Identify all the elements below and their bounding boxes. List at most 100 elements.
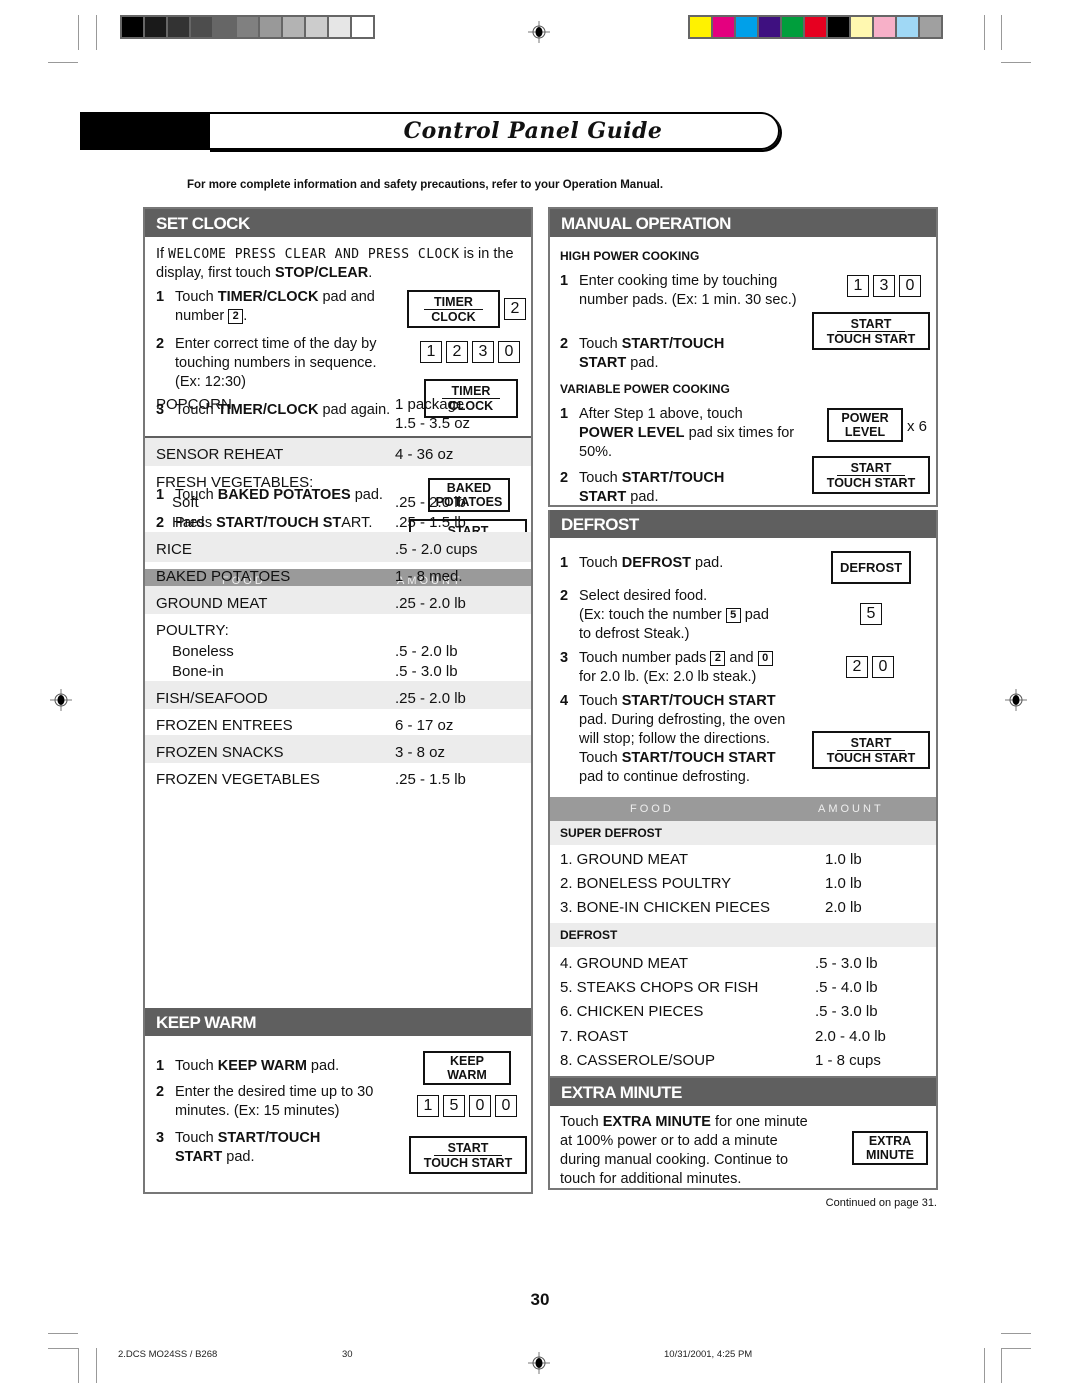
food-cell: 4. GROUND MEAT bbox=[560, 955, 689, 972]
color-swatch bbox=[283, 17, 304, 37]
food-cell: 2. BONELESS POULTRY bbox=[560, 875, 732, 892]
defrost-step-3: 3 Touch number pads 2 and 0 for 2.0 lb. (… bbox=[560, 649, 810, 687]
start-touch-start-pad[interactable]: STARTTOUCH START bbox=[409, 1136, 527, 1174]
food-cell: 7. ROAST bbox=[560, 1028, 629, 1045]
extra-minute-panel: EXTRA MINUTE Touch EXTRA MINUTE for one … bbox=[548, 1078, 938, 1190]
grayscale-color-bar bbox=[120, 15, 375, 39]
amount-cell: .25 - 2.0 lb bbox=[395, 690, 466, 707]
start-touch-start-pad[interactable]: STARTTOUCH START bbox=[812, 456, 930, 494]
manual-operation-panel: MANUAL OPERATION HIGH POWER COOKING 1 En… bbox=[548, 207, 938, 507]
super-defrost-title: SUPER DEFROST bbox=[550, 821, 936, 845]
number-pad-1[interactable]: 1 bbox=[417, 1095, 439, 1117]
food-cell: FROZEN VEGETABLES bbox=[156, 771, 320, 788]
number-pad-5[interactable]: 5 bbox=[860, 603, 882, 625]
registration-mark-icon bbox=[528, 21, 550, 43]
number-pad-0[interactable]: 0 bbox=[872, 656, 894, 678]
color-swatch bbox=[874, 17, 895, 37]
table-row: 1. GROUND MEAT 1.0 lb bbox=[550, 850, 936, 870]
footer-page: 30 bbox=[342, 1349, 353, 1360]
start-touch-start-pad[interactable]: STARTTOUCH START bbox=[812, 312, 930, 350]
table-row: POULTRY: bbox=[145, 621, 531, 641]
amount-cell: .5 - 3.0 lb bbox=[395, 663, 458, 680]
food-cell: Boneless bbox=[172, 643, 234, 660]
color-swatch bbox=[759, 17, 780, 37]
number-pad-3[interactable]: 3 bbox=[472, 341, 494, 363]
color-swatch bbox=[805, 17, 826, 37]
defrost-step-1: 1 Touch DEFROST pad. bbox=[560, 555, 724, 571]
keep-warm-pad[interactable]: KEEP WARM bbox=[423, 1051, 511, 1085]
table-row: Boneless .5 - 2.0 lb bbox=[145, 642, 531, 662]
registration-mark-icon bbox=[1005, 689, 1027, 711]
amount-cell: 1 package bbox=[395, 396, 465, 413]
display-message: WELCOME PRESS CLEAR AND PRESS CLOCK bbox=[168, 247, 460, 262]
color-swatch bbox=[736, 17, 757, 37]
defrost-pad[interactable]: DEFROST bbox=[831, 551, 911, 584]
amount-cell: .5 - 3.0 lb bbox=[815, 1003, 878, 1020]
amount-cell: .25 - 2.0 lb bbox=[395, 494, 466, 511]
food-cell: FRESH VEGETABLES: bbox=[156, 474, 314, 491]
set-clock-step-2: 2 Enter correct time of the day by touch… bbox=[156, 336, 377, 390]
table-row: SENSOR REHEAT 4 - 36 oz bbox=[145, 445, 531, 465]
extra-minute-pad[interactable]: EXTRA MINUTE bbox=[852, 1131, 928, 1165]
set-clock-heading: SET CLOCK bbox=[145, 209, 531, 237]
table-row: 1.5 - 3.5 oz bbox=[145, 414, 531, 434]
number-pad-2[interactable]: 2 bbox=[846, 656, 868, 678]
food-cell: Hard bbox=[172, 514, 205, 531]
amount-cell: .25 - 1.5 lb bbox=[395, 771, 466, 788]
number-pad-1[interactable]: 1 bbox=[847, 275, 869, 297]
crop-mark bbox=[984, 15, 985, 50]
crop-mark bbox=[48, 1333, 78, 1334]
color-swatch bbox=[920, 17, 941, 37]
defrost-table-header: FOOD AMOUNT bbox=[550, 797, 936, 821]
registration-mark-icon bbox=[50, 689, 72, 711]
registration-mark-icon bbox=[528, 1352, 550, 1374]
table-row: 8. CASSEROLE/SOUP 1 - 8 cups bbox=[550, 1051, 936, 1071]
food-cell: Bone-in bbox=[172, 663, 224, 680]
number-pad-0[interactable]: 0 bbox=[495, 1095, 517, 1117]
table-row: 4. GROUND MEAT .5 - 3.0 lb bbox=[550, 954, 936, 974]
number-pad-2[interactable]: 2 bbox=[504, 298, 526, 320]
extra-minute-heading: EXTRA MINUTE bbox=[550, 1078, 936, 1106]
food-cell: RICE bbox=[156, 541, 192, 558]
food-cell: 1. GROUND MEAT bbox=[560, 851, 689, 868]
continued-note: Continued on page 31. bbox=[825, 1197, 937, 1209]
number-pad-5[interactable]: 5 bbox=[443, 1095, 465, 1117]
number-pad-0[interactable]: 0 bbox=[498, 341, 520, 363]
amount-cell: 2.0 - 4.0 lb bbox=[815, 1028, 886, 1045]
amount-cell: .25 - 1.5 lb bbox=[395, 514, 466, 531]
color-swatch bbox=[897, 17, 918, 37]
number-pad-3[interactable]: 3 bbox=[873, 275, 895, 297]
start-touch-start-pad[interactable]: STARTTOUCH START bbox=[812, 731, 930, 769]
table-row: 7. ROAST 2.0 - 4.0 lb bbox=[550, 1027, 936, 1047]
color-swatch bbox=[237, 17, 258, 37]
food-cell: 8. CASSEROLE/SOUP bbox=[560, 1052, 716, 1069]
defrost-heading: DEFROST bbox=[550, 510, 936, 538]
keep-warm-panel: KEEP WARM 1 Touch KEEP WARM pad. 2 Enter… bbox=[143, 1008, 533, 1194]
timer-clock-pad[interactable]: TIMER CLOCK bbox=[407, 290, 500, 328]
keep-warm-step-2: 2 Enter the desired time up to 30 minute… bbox=[156, 1084, 374, 1119]
table-row: RICE .5 - 2.0 cups bbox=[145, 540, 531, 560]
number-pad-2[interactable]: 2 bbox=[446, 341, 468, 363]
number-pad-1[interactable]: 1 bbox=[420, 341, 442, 363]
table-row: FRESH VEGETABLES: bbox=[145, 473, 531, 493]
color-swatch bbox=[306, 17, 327, 37]
food-cell: FISH/SEAFOOD bbox=[156, 690, 268, 707]
food-cell: 3. BONE-IN CHICKEN PIECES bbox=[560, 899, 771, 916]
table-row: 3. BONE-IN CHICKEN PIECES 2.0 lb bbox=[550, 898, 936, 918]
crop-mark bbox=[1001, 1333, 1031, 1334]
number-pad-0[interactable]: 0 bbox=[899, 275, 921, 297]
number-pad-0[interactable]: 0 bbox=[469, 1095, 491, 1117]
food-cell: SENSOR REHEAT bbox=[156, 446, 284, 463]
page-title: Control Panel Guide bbox=[403, 118, 663, 144]
color-swatch bbox=[713, 17, 734, 37]
set-clock-step-1: 1 Touch TIMER/CLOCK pad and number 2. bbox=[156, 289, 375, 324]
crop-mark bbox=[96, 15, 97, 50]
power-level-pad[interactable]: POWER LEVEL bbox=[827, 408, 903, 442]
amount-cell: .5 - 2.0 lb bbox=[395, 643, 458, 660]
footer-date: 10/31/2001, 4:25 PM bbox=[664, 1349, 753, 1360]
crop-mark bbox=[48, 62, 78, 63]
crop-mark bbox=[1001, 1348, 1031, 1349]
food-cell: 5. STEAKS CHOPS OR FISH bbox=[560, 979, 759, 996]
crop-mark bbox=[1001, 62, 1031, 63]
variable-step-2: 2 Touch START/TOUCH START pad. bbox=[560, 470, 725, 505]
